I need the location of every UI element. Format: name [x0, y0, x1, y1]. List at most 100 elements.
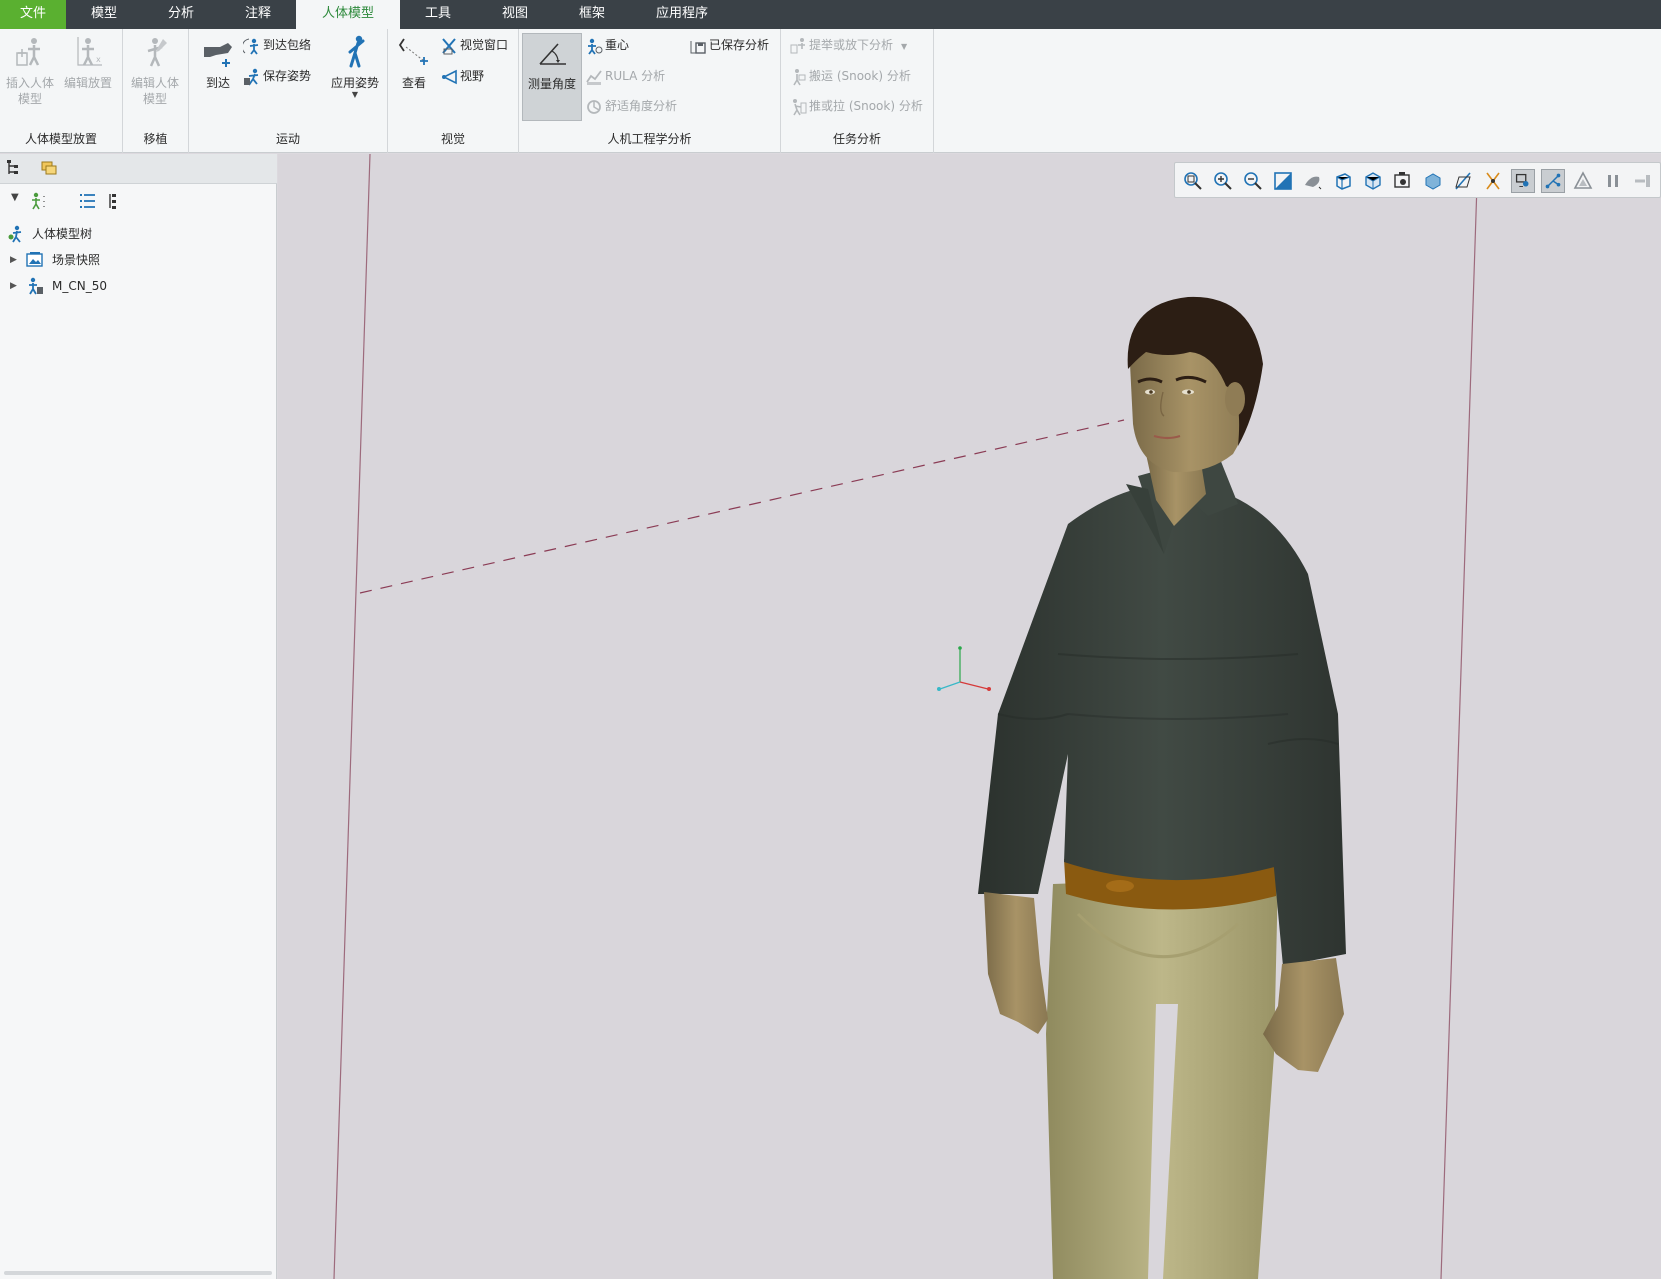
- pause-button[interactable]: [1601, 169, 1625, 193]
- comfort-angle-button[interactable]: 舒适角度分析: [585, 95, 677, 117]
- appearance-icon: [1573, 171, 1593, 189]
- manikin-filter-icon[interactable]: [28, 191, 48, 211]
- reach-label: 到达: [205, 76, 230, 90]
- lift-lower-dropdown-icon[interactable]: ▼: [901, 42, 907, 51]
- tab-manikin[interactable]: 人体模型: [296, 0, 400, 29]
- center-of-gravity-button[interactable]: 重心: [585, 34, 629, 56]
- view-button[interactable]: 查看: [390, 33, 438, 121]
- center-of-gravity-icon: [588, 38, 603, 55]
- tab-tools[interactable]: 工具: [400, 0, 476, 29]
- view-manager-button[interactable]: [1361, 169, 1385, 193]
- repaint-icon: [1274, 172, 1292, 190]
- rula-analysis-button[interactable]: RULA 分析: [585, 65, 665, 87]
- tab-analysis[interactable]: 分析: [142, 0, 220, 29]
- view-eye-icon: [398, 38, 428, 65]
- svg-text:x: x: [96, 55, 101, 64]
- group-manikin-placement: 插入人体 模型 x 编辑放置 人体模型放置: [0, 29, 123, 153]
- tab-framework[interactable]: 框架: [554, 0, 630, 29]
- graphics-window[interactable]: [278, 154, 1661, 1279]
- next-icon: [1635, 175, 1650, 187]
- zoom-out-button[interactable]: [1241, 169, 1265, 193]
- tree-item-manikin[interactable]: ▶ M_CN_50: [0, 274, 270, 298]
- carry-icon: [793, 68, 806, 85]
- edit-manikin-label: 编辑人体 模型: [130, 76, 179, 106]
- tree-collapse-icon[interactable]: ▼: [11, 192, 19, 203]
- pause-icon: [1608, 175, 1618, 187]
- graphics-toolbar: [1174, 162, 1661, 198]
- reach-button[interactable]: 到达: [193, 33, 243, 121]
- sight-line: [359, 419, 1125, 594]
- saved-analysis-icon: [690, 40, 706, 54]
- push-pull-icon: [793, 98, 807, 115]
- saved-orientations-button[interactable]: [1331, 169, 1355, 193]
- annotation-display-button[interactable]: [1481, 169, 1505, 193]
- insert-manikin-label: 插入人体 模型: [5, 76, 54, 106]
- tab-annotate[interactable]: 注释: [220, 0, 296, 29]
- saved-orientations-icon: [1336, 173, 1351, 190]
- plane-edge-left: [333, 154, 371, 1279]
- manikin-display-button[interactable]: [1541, 169, 1565, 193]
- apply-posture-dropdown-icon[interactable]: ▼: [325, 91, 385, 99]
- horizontal-scrollbar[interactable]: [4, 1271, 272, 1275]
- group-task-analysis: 提举或放下分析 ▼ 搬运 (Snook) 分析 推或拉 (Snook) 分析 任务…: [781, 29, 934, 153]
- repaint-button[interactable]: [1271, 169, 1295, 193]
- layers-icon: [41, 161, 57, 175]
- appearance-button[interactable]: [1571, 169, 1595, 193]
- manikin-part-icon: [29, 277, 43, 295]
- tree-root[interactable]: 人体模型树: [0, 222, 270, 246]
- model-tree-panel: ▼ 人体模型树 ▶ 场景快照 ▶ M_CN_50: [0, 154, 277, 1279]
- display-style-button[interactable]: [1301, 169, 1325, 193]
- manikin-display-icon: [1545, 173, 1561, 189]
- tab-model[interactable]: 模型: [66, 0, 142, 29]
- edit-placement-button[interactable]: x 编辑放置: [60, 33, 116, 121]
- next-button[interactable]: [1631, 169, 1655, 193]
- push-pull-snook-button[interactable]: 推或拉 (Snook) 分析: [789, 95, 923, 117]
- edit-manikin-button[interactable]: 编辑人体 模型: [127, 33, 183, 121]
- tree-settings-icon[interactable]: [78, 191, 98, 211]
- refit-button[interactable]: [1181, 169, 1205, 193]
- comfort-angle-label: 舒适角度分析: [605, 99, 678, 113]
- apply-posture-label: 应用姿势: [330, 76, 379, 90]
- group-task-analysis-label: 任务分析: [832, 132, 881, 146]
- manikin-tree-icon: [8, 225, 22, 243]
- reach-hand-icon: [204, 43, 232, 67]
- model-tree-tab-icon: [7, 160, 18, 174]
- view-label: 查看: [401, 76, 426, 90]
- manikin-figure[interactable]: [978, 296, 1346, 1279]
- push-pull-snook-label: 推或拉 (Snook) 分析: [809, 99, 923, 113]
- tree-item-label: M_CN_50: [52, 279, 107, 293]
- vision-window-label: 视觉窗口: [460, 38, 509, 52]
- lift-lower-analysis-button[interactable]: 提举或放下分析 ▼: [789, 34, 907, 56]
- tree-item-scene-snapshot[interactable]: ▶ 场景快照: [0, 248, 270, 272]
- field-of-view-button[interactable]: 视野: [440, 65, 484, 87]
- reach-envelope-button[interactable]: 到达包络: [243, 34, 311, 56]
- tab-applications[interactable]: 应用程序: [630, 0, 734, 29]
- lift-lower-analysis-label: 提举或放下分析: [809, 38, 894, 52]
- tab-view[interactable]: 视图: [476, 0, 554, 29]
- tree-columns-icon[interactable]: [106, 191, 120, 211]
- coordinate-triad-icon: [937, 646, 991, 691]
- spin-center-button[interactable]: [1511, 169, 1535, 193]
- expand-arrow-icon[interactable]: ▶: [10, 248, 17, 272]
- layer-tree-tab[interactable]: [38, 158, 60, 180]
- field-of-view-icon: [442, 69, 457, 84]
- datum-display-button[interactable]: [1451, 169, 1475, 193]
- measure-angle-icon: [539, 43, 566, 65]
- measure-angle-button[interactable]: 测量角度: [522, 33, 582, 121]
- zoom-in-button[interactable]: [1211, 169, 1235, 193]
- saved-analysis-button[interactable]: 已保存分析: [689, 34, 769, 56]
- tree-toolbar: ▼: [0, 188, 277, 214]
- save-posture-button[interactable]: 保存姿势: [243, 65, 311, 87]
- expand-arrow-icon[interactable]: ▶: [10, 274, 17, 298]
- model-tree-tab[interactable]: [4, 158, 26, 180]
- apply-posture-button[interactable]: 应用姿势 ▼: [325, 33, 385, 121]
- insert-manikin-button[interactable]: 插入人体 模型: [2, 33, 58, 121]
- insert-manikin-icon: [16, 38, 40, 66]
- carry-snook-button[interactable]: 搬运 (Snook) 分析: [789, 65, 911, 87]
- section-button[interactable]: [1421, 169, 1445, 193]
- tab-file[interactable]: 文件: [0, 0, 66, 29]
- group-vision: 查看 视觉窗口 视野 视觉: [388, 29, 519, 153]
- vision-window-button[interactable]: 视觉窗口: [440, 34, 508, 56]
- group-vision-label: 视觉: [440, 132, 465, 146]
- perspective-button[interactable]: [1391, 169, 1415, 193]
